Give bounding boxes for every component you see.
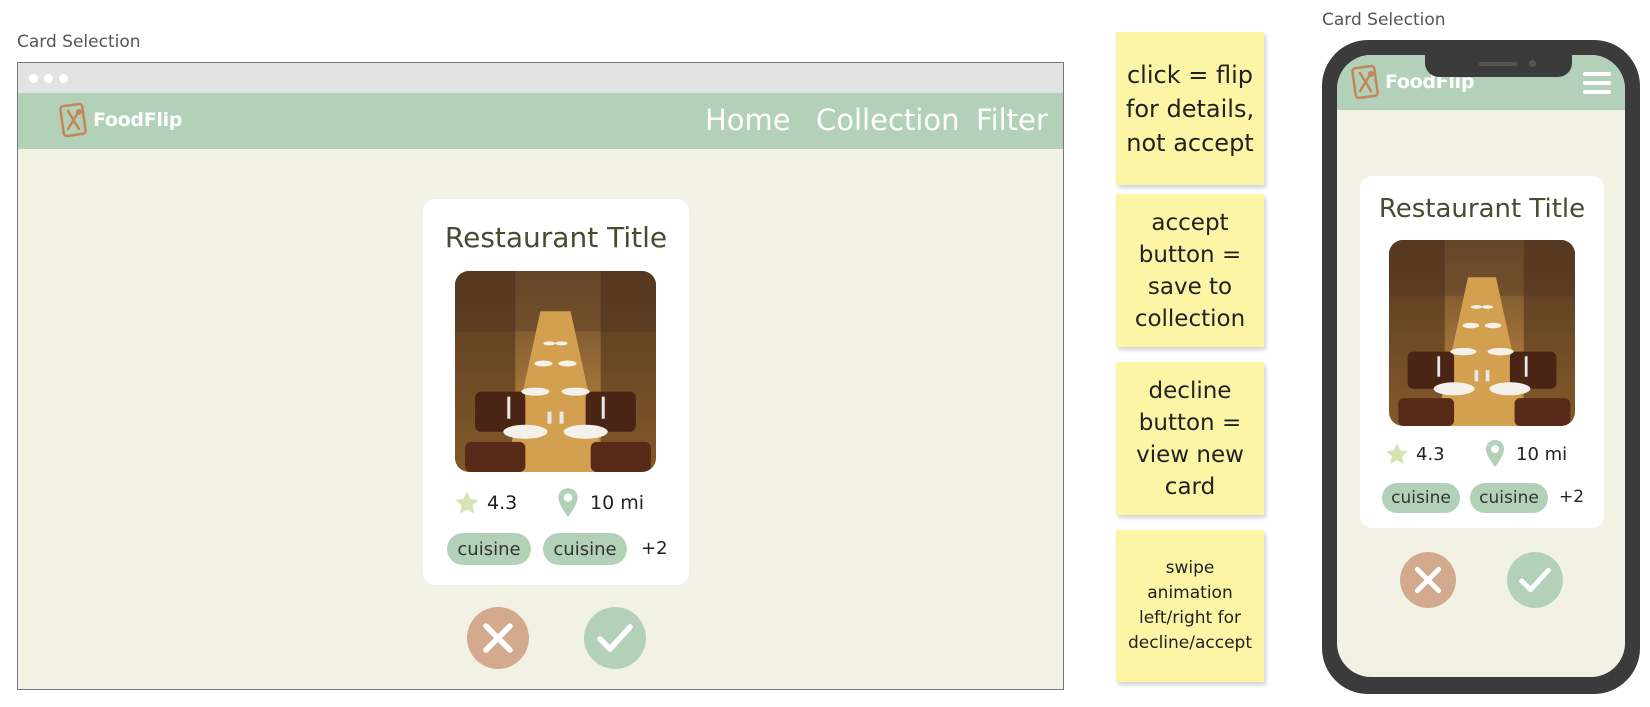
close-icon <box>1414 566 1442 594</box>
cuisine-tag[interactable]: cuisine <box>543 533 627 565</box>
brand-name: FoodFlip <box>93 109 183 131</box>
rating-value: 4.3 <box>487 492 518 514</box>
nav-link-filter[interactable]: Filter <box>976 103 1048 137</box>
distance-value: 10 mi <box>590 492 645 514</box>
restaurant-photo <box>455 271 656 472</box>
desktop-caption: Card Selection <box>17 32 141 52</box>
camera <box>1529 60 1536 67</box>
restaurant-card[interactable]: Restaurant Title 4.3 10 mi cuisine cuisi… <box>423 199 689 585</box>
sticky-note-decline: decline button = view new card <box>1116 362 1264 515</box>
distance: 10 mi <box>555 487 644 519</box>
foodflip-logo-icon <box>1350 63 1382 101</box>
phone-notch <box>1425 55 1572 77</box>
speaker <box>1479 62 1517 66</box>
sticky-note-swipe: swipe animation left/right for decline/a… <box>1116 530 1264 682</box>
mobile-restaurant-title: Restaurant Title <box>1378 194 1586 224</box>
check-icon <box>597 624 633 652</box>
location-pin-icon <box>1486 440 1504 467</box>
window-dot <box>29 74 38 83</box>
close-icon <box>483 623 513 653</box>
restaurant-title: Restaurant Title <box>444 221 668 254</box>
mobile-rating: 4.3 <box>1384 441 1445 467</box>
mobile-caption: Card Selection <box>1322 10 1446 30</box>
accept-button[interactable] <box>584 607 646 669</box>
mobile-distance: 10 mi <box>1483 439 1567 469</box>
browser-chrome <box>18 63 1063 93</box>
window-dot <box>44 74 53 83</box>
brand-logo[interactable]: FoodFlip <box>58 101 182 139</box>
check-icon <box>1519 567 1551 593</box>
mobile-decline-button[interactable] <box>1400 552 1456 608</box>
mobile-distance-value: 10 mi <box>1516 443 1568 465</box>
sticky-note-accept: accept button = save to collection <box>1116 194 1264 347</box>
hamburger-menu-icon[interactable] <box>1583 72 1611 94</box>
mobile-more-tags-count: +2 <box>1559 487 1585 507</box>
phone-screen: FoodFlip Restaurant Title 4.3 10 mi cuis… <box>1337 55 1625 677</box>
rating: 4.3 <box>453 489 517 517</box>
cuisine-tag[interactable]: cuisine <box>1382 483 1460 513</box>
mobile-restaurant-card[interactable]: Restaurant Title 4.3 10 mi cuisine cuisi… <box>1360 176 1604 528</box>
nav-link-home[interactable]: Home <box>705 103 791 137</box>
cuisine-tag[interactable]: cuisine <box>447 533 531 565</box>
location-pin-icon <box>558 488 578 517</box>
mobile-accept-button[interactable] <box>1507 552 1563 608</box>
desktop-browser-frame: FoodFlip Home Collection Filter Restaura… <box>17 62 1064 690</box>
cuisine-tag[interactable]: cuisine <box>1470 483 1548 513</box>
star-icon <box>1386 443 1408 464</box>
sticky-note-flip: click = flip for details, not accept <box>1116 32 1264 185</box>
foodflip-logo-icon <box>58 101 90 139</box>
star-icon <box>455 491 479 514</box>
top-navbar: FoodFlip Home Collection Filter <box>18 93 1063 149</box>
mobile-rating-value: 4.3 <box>1416 443 1445 465</box>
window-dot <box>59 74 68 83</box>
phone-frame: FoodFlip Restaurant Title 4.3 10 mi cuis… <box>1322 40 1640 694</box>
more-tags-count: +2 <box>641 538 668 559</box>
mobile-restaurant-photo <box>1389 240 1575 426</box>
decline-button[interactable] <box>467 607 529 669</box>
nav-link-collection[interactable]: Collection <box>816 103 959 137</box>
